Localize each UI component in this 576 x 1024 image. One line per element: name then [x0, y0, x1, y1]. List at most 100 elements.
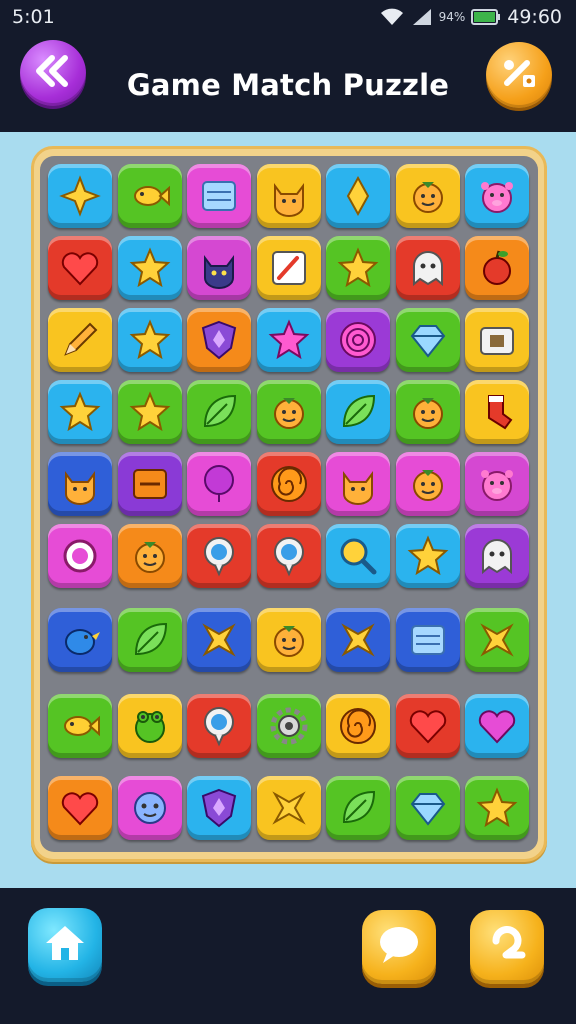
tile-5-3[interactable] — [256, 524, 321, 588]
tile-1-2[interactable] — [187, 236, 251, 300]
tile-8-4[interactable] — [326, 776, 390, 840]
tile-0-0[interactable] — [48, 164, 112, 228]
x-icon — [197, 618, 241, 662]
tile-8-0[interactable] — [48, 776, 112, 840]
tile-6-1[interactable] — [117, 608, 182, 672]
pig-icon — [475, 174, 519, 218]
tile-4-5[interactable] — [395, 452, 460, 516]
star-icon — [128, 318, 172, 362]
tile-6-4[interactable] — [326, 608, 390, 672]
tile-4-3[interactable] — [256, 452, 321, 516]
tile-3-0[interactable] — [48, 380, 112, 444]
tile-5-6[interactable] — [465, 524, 529, 588]
tile-7-1[interactable] — [117, 694, 182, 758]
tile-6-5[interactable] — [395, 608, 460, 672]
tile-2-5[interactable] — [395, 308, 460, 372]
tile-0-6[interactable] — [465, 164, 529, 228]
tile-7-2[interactable] — [187, 694, 251, 758]
tile-3-5[interactable] — [395, 380, 460, 444]
cat-icon — [58, 462, 102, 506]
tile-2-0[interactable] — [48, 308, 112, 372]
star-icon — [128, 390, 172, 434]
tile-3-1[interactable] — [117, 380, 182, 444]
top-bar: 5:01 94% 49:60 Game Match Puzzle — [0, 0, 576, 132]
gear-icon — [267, 704, 311, 748]
diamond-icon — [336, 174, 380, 218]
tile-5-1[interactable] — [117, 524, 182, 588]
shield-icon — [197, 786, 241, 830]
tile-0-2[interactable] — [187, 164, 251, 228]
pig-icon — [475, 462, 519, 506]
tile-7-5[interactable] — [395, 694, 460, 758]
spiral-icon — [267, 462, 311, 506]
tile-8-5[interactable] — [395, 776, 460, 840]
face-icon — [128, 534, 172, 578]
tile-6-2[interactable] — [187, 608, 251, 672]
tile-4-4[interactable] — [326, 452, 390, 516]
star-icon — [406, 534, 450, 578]
shield-icon — [197, 318, 241, 362]
sock-icon — [475, 390, 519, 434]
tile-0-3[interactable] — [256, 164, 321, 228]
tile-7-4[interactable] — [326, 694, 390, 758]
pin-icon — [267, 534, 311, 578]
tile-4-2[interactable] — [187, 452, 251, 516]
tile-5-0[interactable] — [48, 524, 112, 588]
tile-4-0[interactable] — [48, 452, 112, 516]
tile-5-4[interactable] — [326, 524, 390, 588]
ghost-icon — [475, 534, 519, 578]
tile-1-3[interactable] — [256, 236, 321, 300]
gem-icon — [406, 786, 450, 830]
heart-icon — [406, 704, 450, 748]
tile-0-1[interactable] — [117, 164, 182, 228]
cat-icon — [336, 462, 380, 506]
tile-6-0[interactable] — [48, 608, 112, 672]
tile-2-1[interactable] — [117, 308, 182, 372]
tile-3-4[interactable] — [326, 380, 390, 444]
tile-5-5[interactable] — [395, 524, 460, 588]
tile-0-5[interactable] — [395, 164, 460, 228]
tile-6-6[interactable] — [465, 608, 529, 672]
status-time: 5:01 — [12, 6, 55, 28]
tile-0-4[interactable] — [326, 164, 390, 228]
tile-1-6[interactable] — [465, 236, 529, 300]
balloon-icon — [197, 462, 241, 506]
cat-dark-icon — [197, 246, 241, 290]
heart-icon — [58, 786, 102, 830]
tile-2-4[interactable] — [326, 308, 390, 372]
tile-4-6[interactable] — [465, 452, 529, 516]
tile-8-6[interactable] — [465, 776, 529, 840]
tile-3-3[interactable] — [256, 380, 321, 444]
tile-4-1[interactable] — [117, 452, 182, 516]
status-bar: 5:01 94% 49:60 — [0, 0, 576, 34]
tools-button[interactable] — [486, 42, 552, 108]
star-icon — [475, 786, 519, 830]
tile-1-4[interactable] — [326, 236, 390, 300]
tile-2-6[interactable] — [465, 308, 529, 372]
tile-5-2[interactable] — [187, 524, 251, 588]
tools-icon — [499, 55, 539, 95]
tile-8-1[interactable] — [117, 776, 182, 840]
tile-2-2[interactable] — [187, 308, 251, 372]
star-icon — [58, 390, 102, 434]
tile-6-3[interactable] — [256, 608, 321, 672]
tile-3-6[interactable] — [465, 380, 529, 444]
tile-1-0[interactable] — [48, 236, 112, 300]
hint-button[interactable] — [470, 910, 544, 984]
tile-8-3[interactable] — [256, 776, 321, 840]
battery-icon — [471, 8, 501, 26]
tile-7-6[interactable] — [465, 694, 529, 758]
tile-7-3[interactable] — [256, 694, 321, 758]
tile-1-5[interactable] — [395, 236, 460, 300]
tile-8-2[interactable] — [187, 776, 251, 840]
wifi-icon — [379, 7, 405, 27]
pin-icon — [197, 534, 241, 578]
chat-button[interactable] — [362, 910, 436, 984]
tile-3-2[interactable] — [187, 380, 251, 444]
tile-7-0[interactable] — [48, 694, 112, 758]
leaf-icon — [128, 618, 172, 662]
tile-2-3[interactable] — [256, 308, 321, 372]
home-button[interactable] — [28, 908, 102, 982]
box-icon — [406, 618, 450, 662]
tile-1-1[interactable] — [117, 236, 182, 300]
